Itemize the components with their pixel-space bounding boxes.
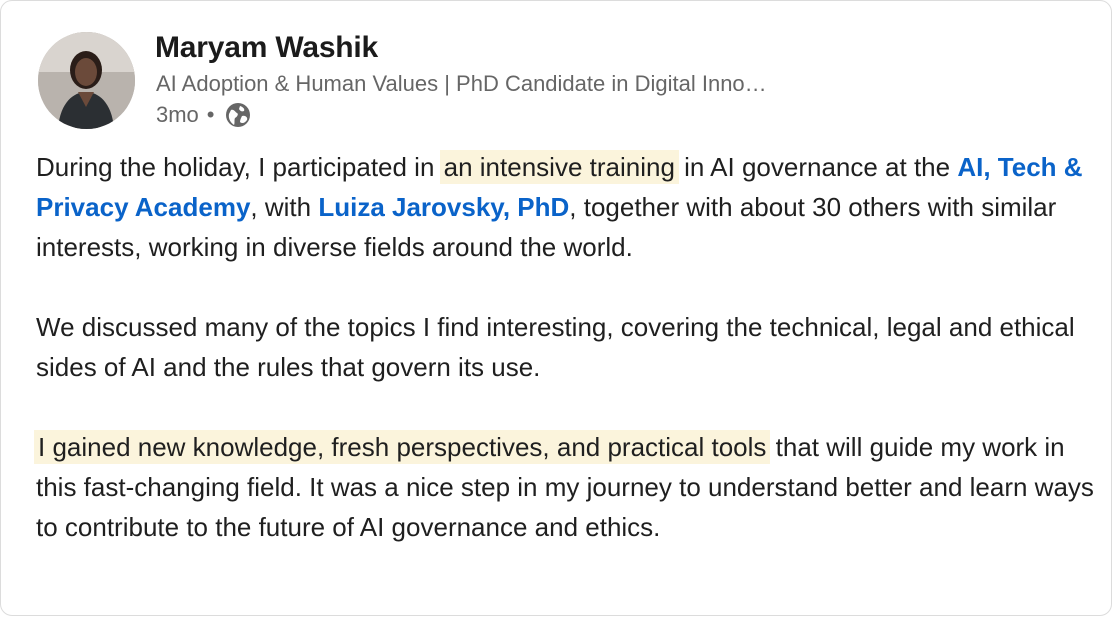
post-paragraph-3: I gained new knowledge, fresh perspectiv…: [34, 427, 1096, 547]
post-body: During the holiday, I participated in an…: [34, 147, 1096, 547]
globe-icon: [225, 102, 251, 128]
text-segment: During the holiday, I participated in: [36, 152, 442, 182]
author-name[interactable]: Maryam Washik: [155, 31, 378, 65]
post-paragraph-2: We discussed many of the topics I find i…: [36, 312, 1075, 382]
post-time: 3mo: [156, 102, 199, 127]
highlighted-text: an intensive training: [439, 150, 679, 184]
highlighted-text: I gained new knowledge, fresh perspectiv…: [34, 430, 771, 464]
text-segment: in AI governance at the: [676, 152, 958, 182]
meta-separator: •: [206, 102, 215, 127]
avatar[interactable]: [38, 32, 135, 129]
post-meta: 3mo •: [156, 102, 251, 128]
post-card: Maryam Washik AI Adoption & Human Values…: [0, 0, 1112, 616]
avatar-photo: [38, 32, 135, 129]
post-paragraph-1: During the holiday, I participated in an…: [36, 147, 1096, 267]
author-headline: AI Adoption & Human Values | PhD Candida…: [156, 71, 767, 96]
text-segment: , with: [250, 192, 319, 222]
mention-luiza-jarovsky[interactable]: Luiza Jarovsky, PhD: [318, 192, 569, 222]
